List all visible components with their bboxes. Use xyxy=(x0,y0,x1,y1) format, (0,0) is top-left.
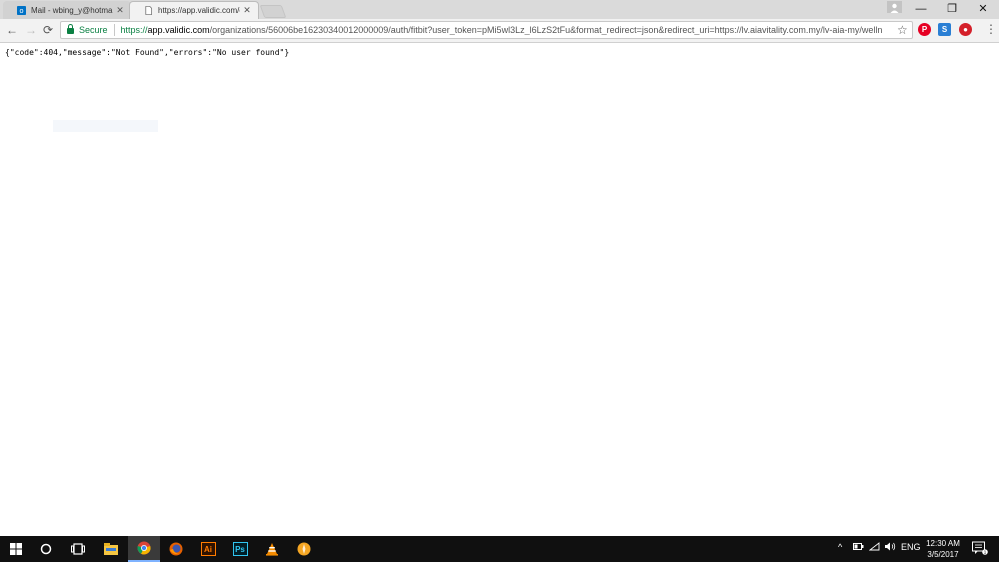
orange-app-icon[interactable] xyxy=(288,536,320,562)
reload-button[interactable]: ⟳ xyxy=(41,23,55,37)
cortana-search-icon[interactable] xyxy=(30,536,62,562)
page-icon xyxy=(145,6,153,15)
tab-mail[interactable]: o Mail - wbing_y@hotmail ✕ xyxy=(3,1,131,19)
notification-center-icon[interactable]: 1 xyxy=(972,541,988,557)
forward-button[interactable]: → xyxy=(24,23,38,37)
close-tab-icon[interactable]: ✕ xyxy=(240,5,254,16)
task-view-icon[interactable] xyxy=(62,536,94,562)
windows-taskbar: Ai Ps ^ ENG 12:30 AM 3/5/2017 1 xyxy=(0,536,999,562)
address-bar[interactable]: Secure https://app.validic.com/organizat… xyxy=(60,21,913,39)
firefox-icon[interactable] xyxy=(160,536,192,562)
photoshop-label: Ps xyxy=(232,542,248,556)
outlook-icon: o xyxy=(17,5,26,15)
lock-icon xyxy=(67,24,74,34)
sync-extension-icon[interactable]: S xyxy=(938,23,951,36)
clock[interactable]: 12:30 AM 3/5/2017 xyxy=(922,538,964,560)
volume-icon[interactable] xyxy=(884,542,896,553)
chrome-icon[interactable] xyxy=(128,536,160,562)
restore-button[interactable]: ❐ xyxy=(937,0,967,19)
minimize-button[interactable]: — xyxy=(906,0,936,19)
json-response: {"code":404,"message":"Not Found","error… xyxy=(5,48,290,57)
windows-start-icon[interactable] xyxy=(0,536,32,562)
profile-icon[interactable] xyxy=(887,1,902,13)
new-tab-button[interactable] xyxy=(259,5,287,18)
file-explorer-icon[interactable] xyxy=(95,536,127,562)
clock-time: 12:30 AM xyxy=(926,539,960,548)
page-content: {"code":404,"message":"Not Found","error… xyxy=(0,43,999,536)
illustrator-icon[interactable]: Ai xyxy=(192,536,224,562)
vlc-icon[interactable] xyxy=(256,536,288,562)
url-text[interactable]: https://app.validic.com/organizations/56… xyxy=(121,25,912,35)
show-hidden-icons-icon[interactable]: ^ xyxy=(838,542,842,552)
pinterest-icon[interactable]: P xyxy=(918,23,931,36)
tab-title: Mail - wbing_y@hotmail xyxy=(31,5,113,15)
wifi-icon[interactable] xyxy=(868,542,880,553)
clock-date: 3/5/2017 xyxy=(927,550,959,559)
url-path: /organizations/56006be16230340012000009/… xyxy=(209,25,883,35)
browser-toolbar: ← → ⟳ Secure https://app.validic.com/org… xyxy=(0,19,999,43)
back-button[interactable]: ← xyxy=(5,23,19,37)
battery-icon[interactable] xyxy=(853,542,864,553)
divider xyxy=(113,24,115,36)
svg-text:o: o xyxy=(20,6,24,15)
browser-menu-icon[interactable]: ⋮ xyxy=(985,22,997,36)
tab-title: https://app.validic.com/o xyxy=(158,6,240,15)
illustrator-label: Ai xyxy=(200,542,216,556)
url-host: app.validic.com xyxy=(147,25,210,35)
faded-overlay xyxy=(53,120,158,132)
red-extension-icon[interactable]: ● xyxy=(959,23,972,36)
title-bar: o Mail - wbing_y@hotmail ✕ https://app.v… xyxy=(0,0,999,19)
security-indicator[interactable]: Secure xyxy=(79,25,108,35)
close-tab-icon[interactable]: ✕ xyxy=(113,5,127,16)
tab-validic[interactable]: https://app.validic.com/o ✕ xyxy=(129,1,259,19)
bookmark-star-icon[interactable]: ☆ xyxy=(897,23,908,37)
photoshop-icon[interactable]: Ps xyxy=(224,536,256,562)
close-window-button[interactable]: ✕ xyxy=(968,0,998,19)
language-indicator[interactable]: ENG xyxy=(901,542,921,552)
url-scheme: https:// xyxy=(120,25,148,35)
